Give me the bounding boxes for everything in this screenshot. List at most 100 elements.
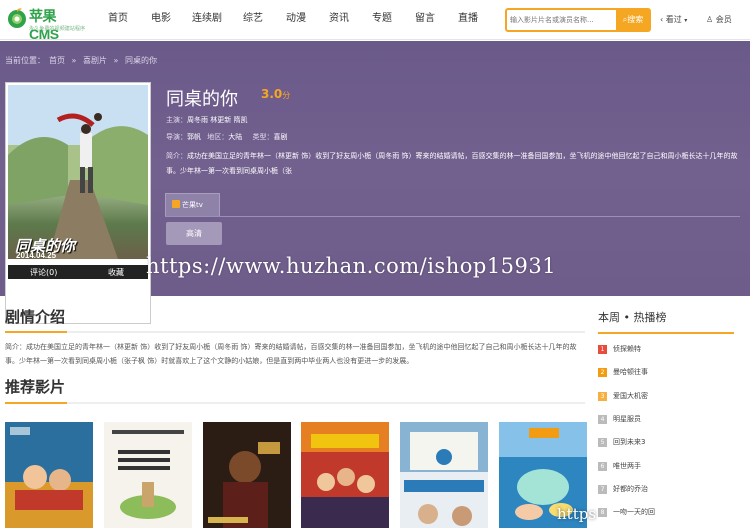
director-value[interactable]: 郭帆 [187,133,201,141]
desc-label: 简介： [166,152,187,160]
ranking-item[interactable]: 7 好都的乔治 [598,482,738,496]
rank-number: 8 [598,508,607,517]
ranking-item[interactable]: 1 侦探赖特 [598,342,738,356]
breadcrumb-current: 同桌的你 [125,56,157,65]
search-box: ⌕搜索 [505,8,651,32]
area-value[interactable]: 大陆 [228,133,242,141]
source-tab-mango[interactable]: 芒果tv [165,193,220,216]
member-link[interactable]: ♙ 会员 [706,14,732,25]
top-header: 苹果CMS 永久免费的视频建站程序 首页 电影 连续剧 综艺 动漫 资讯 专题 … [0,0,750,42]
ranking-item-name: 侦探赖特 [613,345,641,353]
nav-news[interactable]: 资讯 [317,0,361,40]
director-line: 导演：郭帆 地区：大陆 类型：喜剧 [166,132,287,142]
ranking-item[interactable]: 8 一吻一天的回 [598,505,738,519]
rank-number: 3 [598,392,607,401]
apple-logo-icon [8,8,26,28]
favorite-button[interactable]: 收藏 [108,267,124,278]
chevron-down-icon: ▾ [684,17,688,24]
play-hd-button[interactable]: 高清 [166,222,222,245]
history-link[interactable]: ‹ 看过 ▾ [660,14,687,25]
movie-description: 简介：成功在美国立足的青年林一（林更新 饰）收到了好友周小栀（周冬雨 饰）寄来的… [166,149,740,179]
plot-text: 简介：成功在美国立足的青年林一（林更新 饰）收到了好友周小栀（周冬雨 饰）寄来的… [5,343,577,365]
recommend-item[interactable] [400,422,488,528]
source-tab-label: 芒果tv [182,201,203,209]
breadcrumb-separator: » [71,56,77,65]
recommend-item[interactable] [203,422,291,528]
site-logo[interactable]: 苹果CMS 永久免费的视频建站程序 [6,5,86,42]
history-icon: ‹ [660,15,664,24]
breadcrumb-prefix: 当前位置： [5,56,45,65]
ranking-item[interactable]: 5 回到未来3 [598,435,738,449]
recommend-item[interactable] [5,422,93,528]
breadcrumb-category[interactable]: 喜剧片 [83,56,107,65]
poster-image: 同桌的你 2014.04.25 [8,85,148,259]
movie-cover-image [203,422,291,528]
history-label: 看过 [665,15,682,24]
ranking-item-name: 唯世两手 [613,462,641,470]
rank-number: 2 [598,368,607,377]
nav-guestbook[interactable]: 留言 [403,0,447,40]
ranking-item-name: 曼哈顿往事 [613,368,648,376]
genre-value[interactable]: 喜剧 [273,133,287,141]
nav-variety[interactable]: 综艺 [231,0,275,40]
genre-label: 类型： [252,133,274,141]
nav-home[interactable]: 首页 [96,0,140,40]
movie-cover-image [301,422,389,528]
poster-art-icon [8,85,148,259]
logo-slogan: 永久免费的视频建站程序 [29,25,86,32]
ranking-item-name: 回到未来3 [613,438,646,446]
director-label: 导演： [166,133,187,141]
member-label: 会员 [715,15,732,24]
rank-number: 1 [598,345,607,354]
rank-number: 4 [598,415,607,424]
recommend-section-title: 推荐影片 [5,378,66,396]
ranking-item-name: 明星服员 [613,415,641,423]
movie-poster[interactable]: 同桌的你 2014.04.25 评论(0) 收藏 [5,82,151,324]
rank-number: 7 [598,485,607,494]
ranking-item[interactable]: 2 曼哈顿往事 [598,365,738,379]
desc-value: 成功在美国立足的青年林一（林更新 饰）收到了好友周小栀（周冬雨 饰）寄来的结婚请… [166,152,738,175]
rank-number: 6 [598,462,607,471]
watermark-text-small: https [557,505,597,523]
recommend-title-underline [5,402,585,404]
rank-number: 5 [598,438,607,447]
search-button[interactable]: ⌕搜索 [616,9,650,31]
nav-anime[interactable]: 动漫 [274,0,318,40]
ranking-item-name: 爱国大机密 [613,392,648,400]
recommend-list [5,422,595,528]
mango-tv-icon [172,200,180,208]
poster-action-bar: 评论(0) 收藏 [8,265,148,279]
ranking-item-name: 好都的乔治 [613,485,648,493]
plot-title-underline [5,331,585,333]
comment-button[interactable]: 评论(0) [30,267,57,278]
movie-score: 3.0分 [261,87,290,101]
ranking-title-underline [598,332,734,334]
cast-label: 主演： [166,116,187,124]
score-unit: 分 [282,91,291,100]
ranking-title: 本周 • 热播榜 [598,311,667,324]
breadcrumb-home[interactable]: 首页 [49,56,65,65]
source-divider [165,216,740,217]
search-input[interactable] [510,12,618,28]
recommend-item[interactable] [104,422,192,528]
nav-movie[interactable]: 电影 [139,0,183,40]
nav-live[interactable]: 直播 [446,0,490,40]
movie-title: 同桌的你 [166,89,238,110]
user-icon: ♙ [706,15,714,24]
ranking-item[interactable]: 6 唯世两手 [598,459,738,473]
ranking-item[interactable]: 3 爱国大机密 [598,389,738,403]
area-label: 地区： [207,133,229,141]
search-button-label: 搜索 [627,15,644,24]
breadcrumb-separator: » [113,56,119,65]
movie-cover-image [5,422,93,528]
nav-series[interactable]: 连续剧 [182,0,232,40]
cast-line: 主演：周冬雨 林更新 隋凯 [166,115,247,125]
score-value: 3.0 [261,87,283,101]
cast-value[interactable]: 周冬雨 林更新 隋凯 [187,116,247,124]
watermark-text: https://www.huzhan.com/ishop15931 [146,254,557,278]
nav-topic[interactable]: 专题 [360,0,404,40]
plot-section-title: 剧情介绍 [5,308,66,326]
movie-cover-image [104,422,192,528]
ranking-item[interactable]: 4 明星服员 [598,412,738,426]
recommend-item[interactable] [301,422,389,528]
